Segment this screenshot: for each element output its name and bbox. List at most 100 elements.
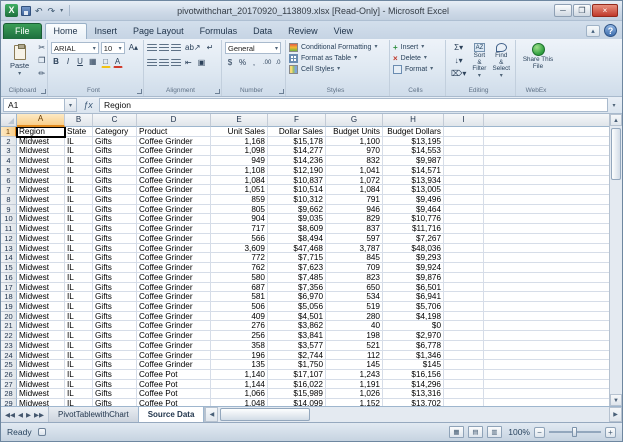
tab-review[interactable]: Review bbox=[280, 24, 326, 39]
row-header-10[interactable]: 10 bbox=[1, 214, 17, 224]
cell[interactable]: $16,156 bbox=[383, 370, 444, 380]
cell[interactable]: Gifts bbox=[93, 360, 137, 370]
cell[interactable]: $7,485 bbox=[268, 273, 326, 283]
cell[interactable]: IL bbox=[65, 224, 93, 234]
row-header-17[interactable]: 17 bbox=[1, 283, 17, 293]
cell[interactable] bbox=[444, 253, 484, 263]
cell[interactable]: 3,609 bbox=[211, 244, 268, 254]
underline-button[interactable]: U bbox=[75, 56, 85, 68]
cell[interactable]: Coffee Grinder bbox=[137, 292, 211, 302]
cell[interactable]: Midwest bbox=[17, 399, 65, 406]
cell[interactable]: $1,750 bbox=[268, 360, 326, 370]
cell[interactable]: IL bbox=[65, 166, 93, 176]
cell[interactable] bbox=[444, 234, 484, 244]
cell[interactable]: IL bbox=[65, 214, 93, 224]
cell[interactable]: Midwest bbox=[17, 321, 65, 331]
cell[interactable]: Gifts bbox=[93, 351, 137, 361]
help-icon[interactable]: ? bbox=[604, 24, 617, 37]
cell[interactable]: 1,191 bbox=[326, 380, 383, 390]
cell[interactable]: $7,267 bbox=[383, 234, 444, 244]
cell[interactable]: 1,066 bbox=[211, 389, 268, 399]
cell[interactable]: 521 bbox=[326, 341, 383, 351]
cell[interactable] bbox=[444, 244, 484, 254]
cell[interactable]: Midwest bbox=[17, 292, 65, 302]
cell[interactable]: $5,706 bbox=[383, 302, 444, 312]
cell[interactable]: $13,195 bbox=[383, 137, 444, 147]
cell[interactable]: IL bbox=[65, 360, 93, 370]
close-button[interactable]: × bbox=[592, 4, 618, 17]
cell[interactable]: Coffee Pot bbox=[137, 380, 211, 390]
cell[interactable]: 859 bbox=[211, 195, 268, 205]
zoom-in-icon[interactable]: + bbox=[605, 427, 616, 438]
cell[interactable]: Midwest bbox=[17, 195, 65, 205]
cell[interactable]: $14,296 bbox=[383, 380, 444, 390]
cell[interactable]: 3,787 bbox=[326, 244, 383, 254]
copy-icon[interactable]: ❐ bbox=[36, 55, 47, 67]
cell[interactable]: Midwest bbox=[17, 283, 65, 293]
cell[interactable]: 1,026 bbox=[326, 389, 383, 399]
cell[interactable]: IL bbox=[65, 205, 93, 215]
cell[interactable]: Gifts bbox=[93, 253, 137, 263]
cell[interactable] bbox=[484, 224, 609, 234]
cell[interactable]: 358 bbox=[211, 341, 268, 351]
column-header-G[interactable]: G bbox=[326, 114, 383, 127]
cell[interactable] bbox=[444, 156, 484, 166]
cell[interactable]: $9,876 bbox=[383, 273, 444, 283]
cell[interactable]: 1,048 bbox=[211, 399, 268, 406]
minimize-ribbon-icon[interactable]: ▴ bbox=[586, 25, 600, 37]
cell[interactable]: IL bbox=[65, 156, 93, 166]
cell[interactable]: Coffee Grinder bbox=[137, 312, 211, 322]
cell[interactable]: Midwest bbox=[17, 185, 65, 195]
cell[interactable]: Gifts bbox=[93, 263, 137, 273]
column-header-A[interactable]: A bbox=[17, 114, 65, 127]
column-header-C[interactable]: C bbox=[93, 114, 137, 127]
cell[interactable]: $14,236 bbox=[268, 156, 326, 166]
font-size-select[interactable]: 10 ▾ bbox=[101, 42, 125, 54]
cell[interactable]: 717 bbox=[211, 224, 268, 234]
cell[interactable] bbox=[484, 331, 609, 341]
cell[interactable] bbox=[484, 176, 609, 186]
cell[interactable] bbox=[444, 321, 484, 331]
row-header-25[interactable]: 25 bbox=[1, 360, 17, 370]
sheet-tab-source-data[interactable]: Source Data bbox=[139, 406, 205, 422]
share-this-file-button[interactable]: Share This File bbox=[519, 42, 557, 71]
cell[interactable] bbox=[484, 370, 609, 380]
cell[interactable] bbox=[444, 224, 484, 234]
zoom-slider-knob[interactable] bbox=[572, 427, 577, 437]
cell[interactable] bbox=[484, 166, 609, 176]
tab-home[interactable]: Home bbox=[45, 23, 87, 39]
first-sheet-icon[interactable]: ◀◀ bbox=[5, 411, 15, 419]
cell[interactable]: Midwest bbox=[17, 166, 65, 176]
cell[interactable]: 970 bbox=[326, 146, 383, 156]
cell[interactable] bbox=[484, 146, 609, 156]
cell[interactable] bbox=[444, 176, 484, 186]
column-header-D[interactable]: D bbox=[137, 114, 211, 127]
orientation-icon[interactable]: ab↗ bbox=[183, 42, 203, 54]
italic-button[interactable]: I bbox=[63, 56, 73, 68]
cell[interactable]: $8,494 bbox=[268, 234, 326, 244]
scroll-down-icon[interactable]: ▼ bbox=[610, 394, 622, 406]
decrease-decimal-icon[interactable]: .0 bbox=[273, 57, 283, 69]
cell[interactable]: 832 bbox=[326, 156, 383, 166]
cell[interactable]: 256 bbox=[211, 331, 268, 341]
cell[interactable] bbox=[484, 205, 609, 215]
cell[interactable]: Midwest bbox=[17, 370, 65, 380]
format-cells-button[interactable]: Format ▾ bbox=[393, 64, 442, 75]
cell[interactable]: State bbox=[65, 127, 93, 137]
cell[interactable]: $15,989 bbox=[268, 389, 326, 399]
cell[interactable]: 791 bbox=[326, 195, 383, 205]
cell[interactable]: $12,190 bbox=[268, 166, 326, 176]
name-box[interactable]: A1 bbox=[3, 98, 65, 112]
cell[interactable]: Midwest bbox=[17, 389, 65, 399]
cell[interactable] bbox=[484, 263, 609, 273]
cell[interactable]: Gifts bbox=[93, 292, 137, 302]
row-header-12[interactable]: 12 bbox=[1, 234, 17, 244]
cell[interactable] bbox=[484, 273, 609, 283]
cell[interactable]: $145 bbox=[383, 360, 444, 370]
cell[interactable]: Gifts bbox=[93, 389, 137, 399]
cell[interactable]: 762 bbox=[211, 263, 268, 273]
scroll-right-icon[interactable]: ▶ bbox=[609, 407, 622, 422]
cell[interactable]: $3,862 bbox=[268, 321, 326, 331]
cell[interactable] bbox=[444, 389, 484, 399]
cell[interactable]: 196 bbox=[211, 351, 268, 361]
